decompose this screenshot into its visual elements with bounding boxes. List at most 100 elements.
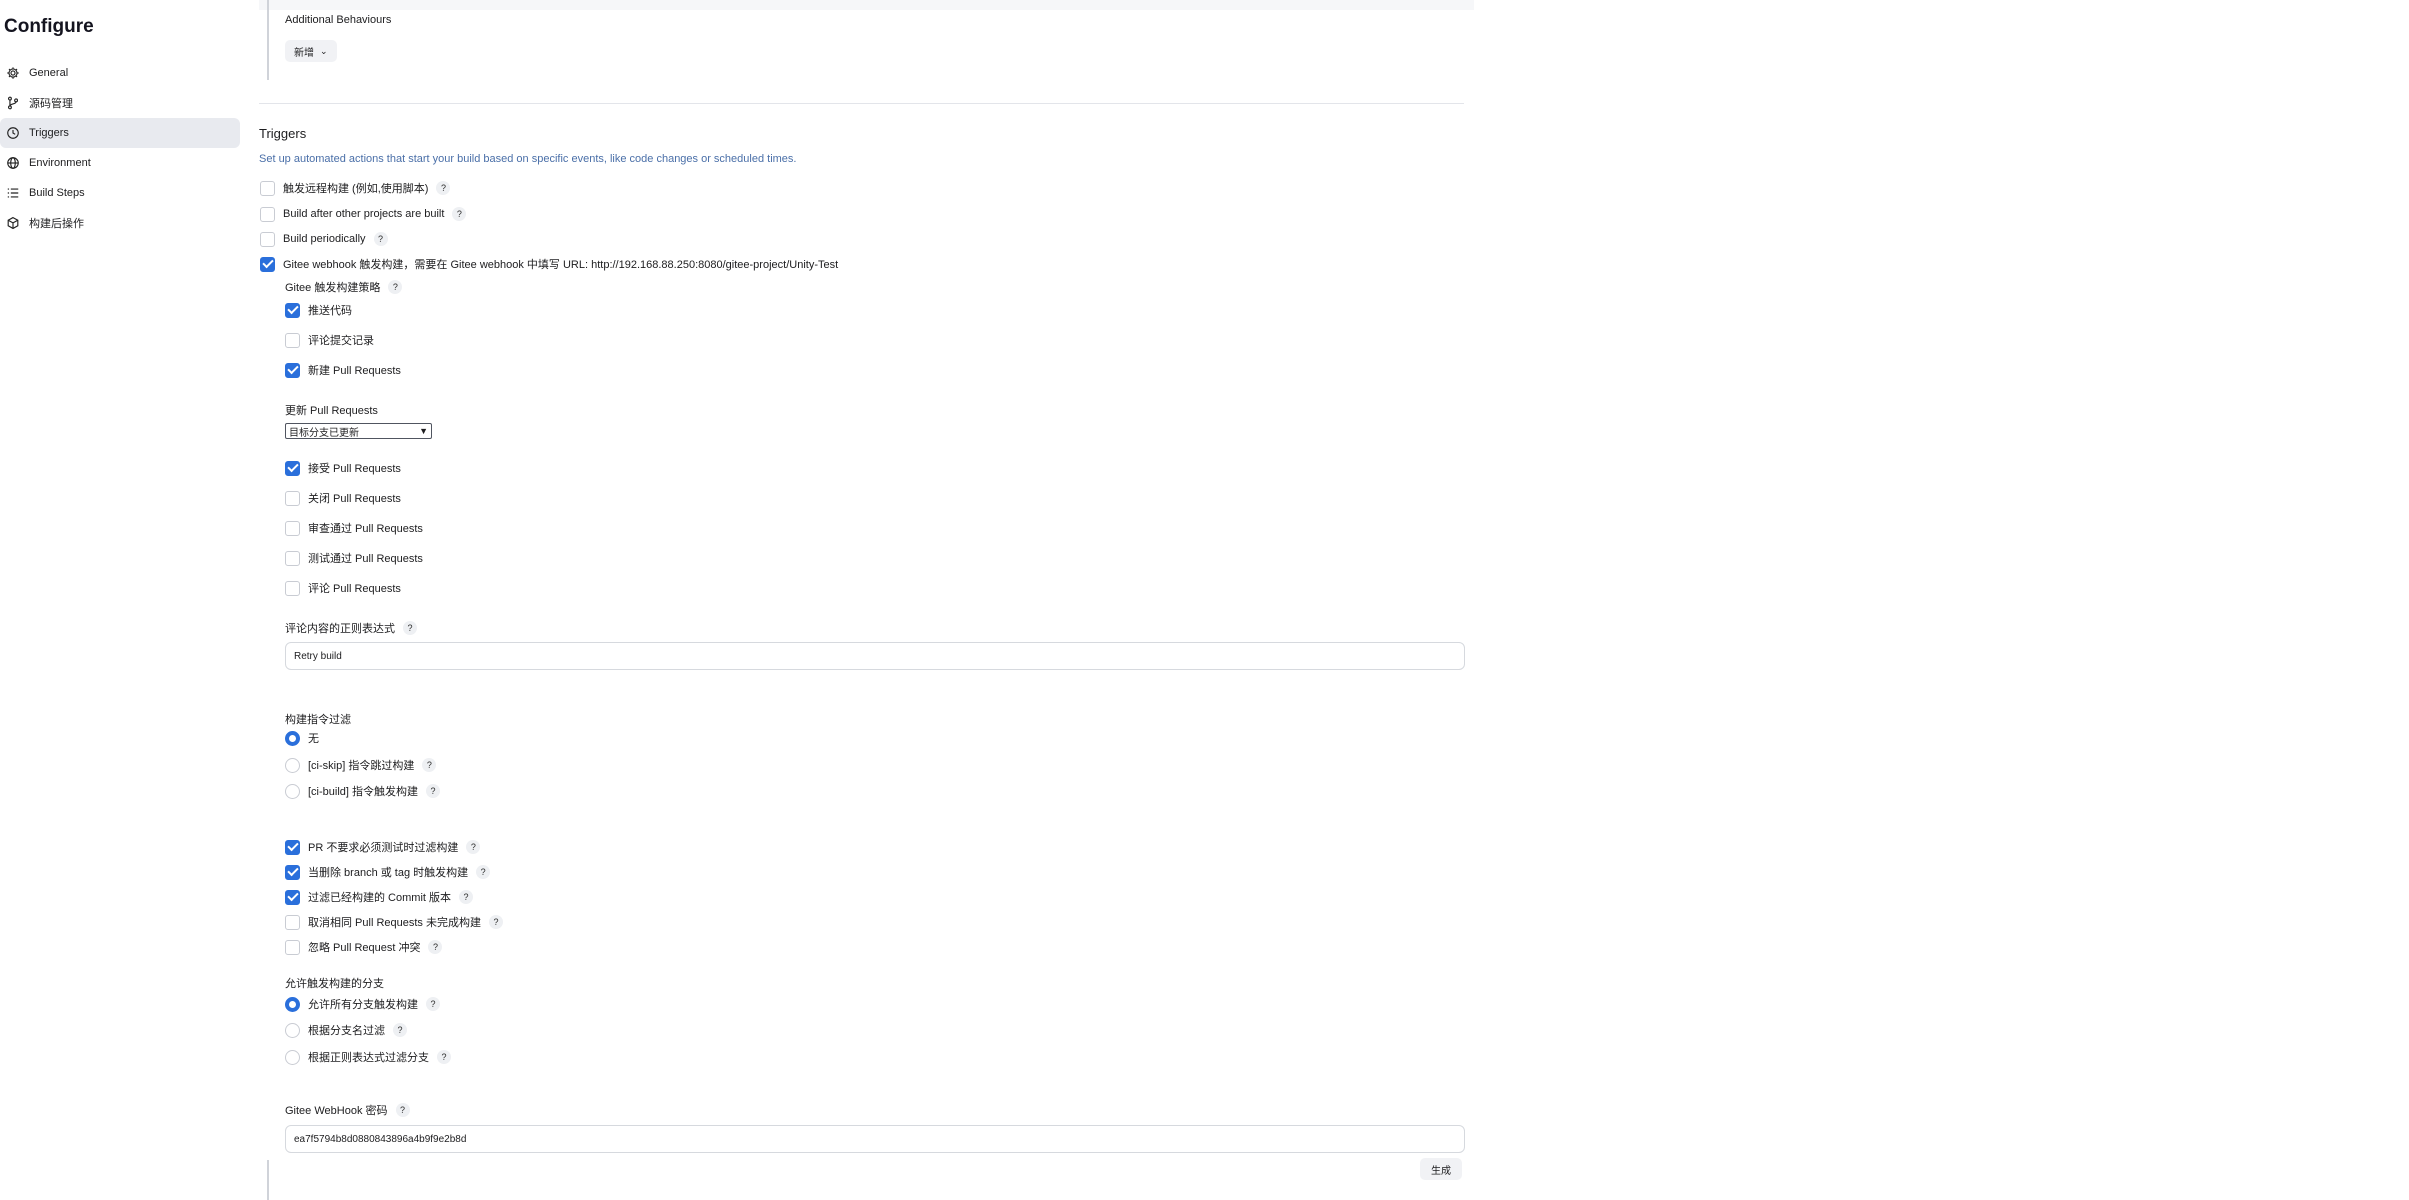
trigger-remote-option[interactable]: 触发远程构建 (例如,使用脚本) ? <box>260 179 451 197</box>
sidebar-item-build-steps[interactable]: Build Steps <box>0 178 240 208</box>
branch-all-radio[interactable] <box>285 996 300 1012</box>
trigger-after-projects-option[interactable]: Build after other projects are built ? <box>260 205 467 223</box>
misc-delete-branch-option[interactable]: 当删除 branch 或 tag 时触发构建 ? <box>285 863 491 881</box>
branch-name-filter-option[interactable]: 根据分支名过滤 ? <box>285 1021 407 1039</box>
option-label: 无 <box>308 733 319 745</box>
help-icon[interactable]: ? <box>488 915 503 929</box>
sidebar-item-scm[interactable]: 源码管理 <box>0 88 240 118</box>
strategy-push-checkbox[interactable] <box>285 302 300 318</box>
pr-accept-option[interactable]: 接受 Pull Requests <box>285 459 401 477</box>
branch-regex-filter-radio[interactable] <box>285 1049 300 1065</box>
gitee-strategy-heading: Gitee 触发构建策略 ? <box>285 278 403 296</box>
help-icon[interactable]: ? <box>476 865 491 879</box>
option-label: 推送代码 <box>308 305 352 317</box>
help-icon[interactable]: ? <box>395 1103 410 1117</box>
misc-delete-branch-checkbox[interactable] <box>285 864 300 880</box>
help-icon[interactable]: ? <box>436 181 451 195</box>
help-icon[interactable]: ? <box>437 1050 451 1064</box>
strategy-new-pr-checkbox[interactable] <box>285 362 300 378</box>
strategy-comment-commit-option[interactable]: 评论提交记录 <box>285 331 374 349</box>
misc-ignore-conflict-option[interactable]: 忽略 Pull Request 冲突 ? <box>285 938 443 956</box>
help-icon[interactable]: ? <box>459 890 473 904</box>
trigger-after-projects-checkbox[interactable] <box>260 206 275 222</box>
option-label: 当删除 branch 或 tag 时触发构建 <box>308 867 469 879</box>
branch-regex-filter-option[interactable]: 根据正则表达式过滤分支 ? <box>285 1048 451 1066</box>
sidebar-item-label: Environment <box>29 157 91 169</box>
pr-close-checkbox[interactable] <box>285 490 300 506</box>
gitee-strategy-label: Gitee 触发构建策略 <box>285 282 381 294</box>
filter-ci-skip-option[interactable]: [ci-skip] 指令跳过构建 ? <box>285 756 437 774</box>
clock-icon <box>5 125 21 141</box>
option-label: [ci-skip] 指令跳过构建 <box>308 760 415 772</box>
add-behaviour-button[interactable]: 新增 ⌄ <box>285 40 337 62</box>
strategy-push-option[interactable]: 推送代码 <box>285 301 352 319</box>
filter-none-option[interactable]: 无 <box>285 729 319 747</box>
option-label: 审查通过 Pull Requests <box>308 523 423 535</box>
trigger-gitee-webhook-option[interactable]: Gitee webhook 触发构建，需要在 Gitee webhook 中填写… <box>260 255 838 273</box>
branch-name-filter-radio[interactable] <box>285 1022 300 1038</box>
misc-pr-no-test-checkbox[interactable] <box>285 839 300 855</box>
misc-filter-built-commit-checkbox[interactable] <box>285 889 300 905</box>
pr-close-option[interactable]: 关闭 Pull Requests <box>285 489 401 507</box>
trigger-periodically-checkbox[interactable] <box>260 231 275 247</box>
pr-test-option[interactable]: 测试通过 Pull Requests <box>285 549 423 567</box>
comment-regex-label: 评论内容的正则表达式 <box>285 623 395 635</box>
filter-none-radio[interactable] <box>285 730 300 746</box>
help-icon[interactable]: ? <box>422 758 437 772</box>
misc-pr-no-test-option[interactable]: PR 不要求必须测试时过滤构建 ? <box>285 838 481 856</box>
strategy-comment-commit-checkbox[interactable] <box>285 332 300 348</box>
globe-icon <box>5 155 21 171</box>
help-icon[interactable]: ? <box>452 207 467 221</box>
help-icon[interactable]: ? <box>426 784 441 798</box>
sidebar-item-label: Triggers <box>29 127 69 139</box>
pr-review-option[interactable]: 审查通过 Pull Requests <box>285 519 423 537</box>
help-icon[interactable]: ? <box>466 840 481 854</box>
misc-filter-built-commit-option[interactable]: 过滤已经构建的 Commit 版本 ? <box>285 888 473 906</box>
option-label: [ci-build] 指令触发构建 <box>308 786 419 798</box>
webhook-secret-input[interactable]: ea7f5794b8d0880843896a4b9f9e2b8d <box>285 1125 1465 1153</box>
page-title: Configure <box>4 16 94 37</box>
trigger-gitee-webhook-checkbox[interactable] <box>260 256 275 272</box>
trigger-remote-checkbox[interactable] <box>260 180 275 196</box>
sidebar-nav: General 源码管理 Triggers Environment Build … <box>0 58 240 238</box>
filter-ci-build-radio[interactable] <box>285 783 300 799</box>
option-label: 评论 Pull Requests <box>308 583 401 595</box>
help-icon[interactable]: ? <box>388 280 403 294</box>
sidebar-item-general[interactable]: General <box>0 58 240 88</box>
pr-test-checkbox[interactable] <box>285 550 300 566</box>
help-icon[interactable]: ? <box>403 621 417 635</box>
help-icon[interactable]: ? <box>393 1023 407 1037</box>
help-icon[interactable]: ? <box>428 940 443 954</box>
top-band <box>259 0 1474 10</box>
misc-ignore-conflict-checkbox[interactable] <box>285 939 300 955</box>
filter-ci-build-option[interactable]: [ci-build] 指令触发构建 ? <box>285 782 441 800</box>
option-label: 过滤已经构建的 Commit 版本 <box>308 892 451 904</box>
pr-accept-checkbox[interactable] <box>285 460 300 476</box>
sidebar-item-post-build[interactable]: 构建后操作 <box>0 208 240 238</box>
generate-button[interactable]: 生成 <box>1420 1158 1462 1180</box>
trigger-periodically-option[interactable]: Build periodically ? <box>260 230 388 248</box>
section-line <box>267 1160 269 1200</box>
help-icon[interactable]: ? <box>426 997 440 1011</box>
update-pr-select[interactable]: 目标分支已更新 ▼ <box>285 423 432 439</box>
filter-ci-skip-radio[interactable] <box>285 757 300 773</box>
pr-comment-option[interactable]: 评论 Pull Requests <box>285 579 401 597</box>
sidebar-item-environment[interactable]: Environment <box>0 148 240 178</box>
help-icon[interactable]: ? <box>373 232 388 246</box>
sidebar-item-triggers[interactable]: Triggers <box>0 118 240 148</box>
pr-comment-checkbox[interactable] <box>285 580 300 596</box>
option-label: 接受 Pull Requests <box>308 463 401 475</box>
option-label: 取消相同 Pull Requests 未完成构建 <box>308 917 481 929</box>
list-icon <box>5 185 21 201</box>
gear-icon <box>5 65 21 81</box>
branch-all-option[interactable]: 允许所有分支触发构建 ? <box>285 995 440 1013</box>
sidebar-item-label: 构建后操作 <box>29 218 84 230</box>
strategy-new-pr-option[interactable]: 新建 Pull Requests <box>285 361 401 379</box>
pr-review-checkbox[interactable] <box>285 520 300 536</box>
webhook-secret-label: Gitee WebHook 密码 <box>285 1105 388 1117</box>
misc-cancel-pr-build-option[interactable]: 取消相同 Pull Requests 未完成构建 ? <box>285 913 503 931</box>
comment-regex-input[interactable]: Retry build <box>285 642 1465 670</box>
misc-cancel-pr-build-checkbox[interactable] <box>285 914 300 930</box>
cube-icon <box>5 215 21 231</box>
sidebar: Configure General 源码管理 Triggers Environm… <box>0 0 245 1200</box>
